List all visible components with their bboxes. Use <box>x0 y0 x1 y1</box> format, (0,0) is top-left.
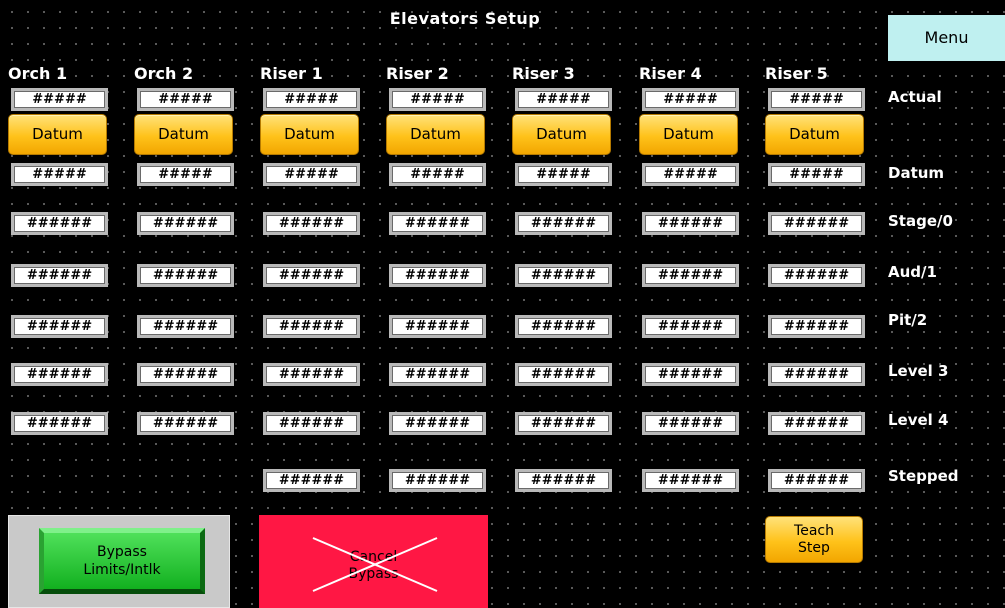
datum-value-orch-1: ##### <box>11 163 108 186</box>
bypass-label-line2: Limits/Intlk <box>83 562 161 578</box>
disabled-cross-icon <box>312 537 438 592</box>
aud-target-riser-1[interactable]: ###### <box>263 264 360 287</box>
bypass-label-line1: Bypass <box>97 544 147 560</box>
level4-target-riser-5[interactable]: ###### <box>768 412 865 435</box>
aud-target-riser-3[interactable]: ###### <box>515 264 612 287</box>
row-label-level3: Level 3 <box>888 362 949 380</box>
stage-target-riser-5[interactable]: ###### <box>768 212 865 235</box>
stage-target-riser-1[interactable]: ###### <box>263 212 360 235</box>
level4-target-riser-3[interactable]: ###### <box>515 412 612 435</box>
level3-target-riser-3[interactable]: ###### <box>515 363 612 386</box>
row-label-pit: Pit/2 <box>888 311 928 329</box>
datum-button-riser-3[interactable]: Datum <box>512 114 611 155</box>
actual-position-riser-1: ##### <box>263 88 360 111</box>
column-header-riser-1: Riser 1 <box>260 64 323 83</box>
datum-value-riser-5: ##### <box>768 163 865 186</box>
aud-target-orch-1[interactable]: ###### <box>11 264 108 287</box>
stepped-target-riser-4[interactable]: ###### <box>642 469 739 492</box>
stage-target-orch-2[interactable]: ###### <box>137 212 234 235</box>
datum-button-riser-4[interactable]: Datum <box>639 114 738 155</box>
datum-value-riser-3: ##### <box>515 163 612 186</box>
column-header-orch-2: Orch 2 <box>134 64 194 83</box>
column-header-riser-2: Riser 2 <box>386 64 449 83</box>
actual-position-riser-5: ##### <box>768 88 865 111</box>
stage-target-riser-3[interactable]: ###### <box>515 212 612 235</box>
datum-button-riser-2[interactable]: Datum <box>386 114 485 155</box>
level3-target-orch-1[interactable]: ###### <box>11 363 108 386</box>
datum-value-orch-2: ##### <box>137 163 234 186</box>
column-header-riser-3: Riser 3 <box>512 64 575 83</box>
pit-target-riser-2[interactable]: ###### <box>389 315 486 338</box>
pit-target-riser-4[interactable]: ###### <box>642 315 739 338</box>
level4-target-orch-1[interactable]: ###### <box>11 412 108 435</box>
aud-target-riser-5[interactable]: ###### <box>768 264 865 287</box>
bypass-limits-button[interactable]: Bypass Limits/Intlk <box>39 528 205 594</box>
level4-target-riser-4[interactable]: ###### <box>642 412 739 435</box>
actual-position-orch-1: ##### <box>11 88 108 111</box>
pit-target-riser-3[interactable]: ###### <box>515 315 612 338</box>
pit-target-orch-1[interactable]: ###### <box>11 315 108 338</box>
stage-target-orch-1[interactable]: ###### <box>11 212 108 235</box>
datum-value-riser-4: ##### <box>642 163 739 186</box>
level3-target-riser-5[interactable]: ###### <box>768 363 865 386</box>
stepped-target-riser-3[interactable]: ###### <box>515 469 612 492</box>
level4-target-orch-2[interactable]: ###### <box>137 412 234 435</box>
datum-button-orch-1[interactable]: Datum <box>8 114 107 155</box>
datum-value-riser-1: ##### <box>263 163 360 186</box>
level4-target-riser-2[interactable]: ###### <box>389 412 486 435</box>
bypass-button-frame: Bypass Limits/Intlk <box>8 515 230 608</box>
stepped-target-riser-1[interactable]: ###### <box>263 469 360 492</box>
actual-position-riser-2: ##### <box>389 88 486 111</box>
stepped-target-riser-2[interactable]: ###### <box>389 469 486 492</box>
aud-target-orch-2[interactable]: ###### <box>137 264 234 287</box>
level3-target-riser-2[interactable]: ###### <box>389 363 486 386</box>
datum-button-riser-1[interactable]: Datum <box>260 114 359 155</box>
column-header-riser-4: Riser 4 <box>639 64 702 83</box>
datum-button-orch-2[interactable]: Datum <box>134 114 233 155</box>
page-title: Elevators Setup <box>389 9 541 28</box>
row-label-actual: Actual <box>888 88 942 106</box>
pit-target-riser-1[interactable]: ###### <box>263 315 360 338</box>
aud-target-riser-4[interactable]: ###### <box>642 264 739 287</box>
row-label-stage: Stage/0 <box>888 212 953 230</box>
stage-target-riser-2[interactable]: ###### <box>389 212 486 235</box>
row-label-level4: Level 4 <box>888 411 949 429</box>
cancel-bypass-button[interactable]: Cancel Bypass <box>259 515 488 608</box>
aud-target-riser-2[interactable]: ###### <box>389 264 486 287</box>
teach-label-line2: Step <box>798 539 830 556</box>
stage-target-riser-4[interactable]: ###### <box>642 212 739 235</box>
row-label-stepped: Stepped <box>888 467 959 485</box>
row-label-aud: Aud/1 <box>888 263 937 281</box>
menu-button[interactable]: Menu <box>888 15 1005 61</box>
pit-target-riser-5[interactable]: ###### <box>768 315 865 338</box>
teach-step-button[interactable]: Teach Step <box>765 516 863 563</box>
row-label-datum: Datum <box>888 164 945 182</box>
actual-position-riser-4: ##### <box>642 88 739 111</box>
level3-target-riser-4[interactable]: ###### <box>642 363 739 386</box>
level3-target-orch-2[interactable]: ###### <box>137 363 234 386</box>
column-header-riser-5: Riser 5 <box>765 64 828 83</box>
actual-position-orch-2: ##### <box>137 88 234 111</box>
column-header-orch-1: Orch 1 <box>8 64 68 83</box>
datum-button-riser-5[interactable]: Datum <box>765 114 864 155</box>
pit-target-orch-2[interactable]: ###### <box>137 315 234 338</box>
datum-value-riser-2: ##### <box>389 163 486 186</box>
level3-target-riser-1[interactable]: ###### <box>263 363 360 386</box>
level4-target-riser-1[interactable]: ###### <box>263 412 360 435</box>
stepped-target-riser-5[interactable]: ###### <box>768 469 865 492</box>
actual-position-riser-3: ##### <box>515 88 612 111</box>
teach-label-line1: Teach <box>794 522 834 539</box>
